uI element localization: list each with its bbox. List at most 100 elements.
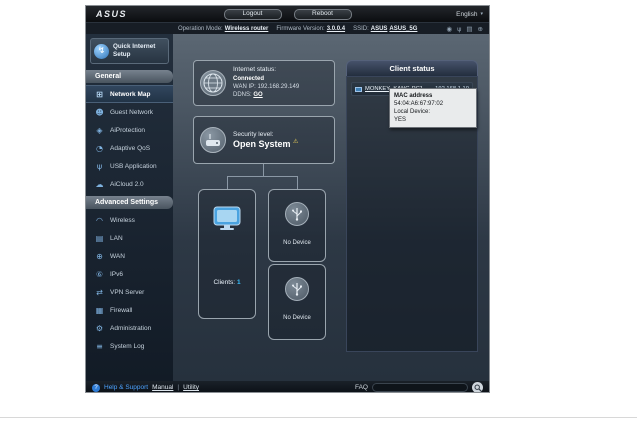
sidebar-item-label: VPN Server bbox=[110, 288, 145, 296]
sidebar-item-guest-network[interactable]: ☻ Guest Network bbox=[86, 103, 173, 121]
usb-status-label: No Device bbox=[283, 240, 311, 246]
connector-line bbox=[227, 176, 228, 189]
quick-setup-icon: ↯ bbox=[94, 43, 109, 59]
sidebar-item-lan[interactable]: ▤ LAN bbox=[86, 229, 173, 247]
document-page: ASUS Logout Reboot English ▾ Operation M… bbox=[0, 0, 637, 426]
content-row: ↯ Quick Internet Setup General ⊞ Network… bbox=[86, 34, 489, 381]
ddns-go-link[interactable]: GO bbox=[253, 92, 262, 98]
sidebar-item-network-map[interactable]: ⊞ Network Map bbox=[86, 85, 173, 103]
client-status-title: Client status bbox=[346, 60, 478, 76]
sidebar-item-label: WAN bbox=[110, 252, 125, 260]
quick-internet-setup-button[interactable]: ↯ Quick Internet Setup bbox=[90, 38, 169, 64]
log-icon: ≡ bbox=[96, 341, 103, 351]
vpn-icon: ⇄ bbox=[96, 287, 103, 297]
firewall-icon: ▦ bbox=[95, 305, 104, 315]
operation-mode-link[interactable]: Wireless router bbox=[225, 26, 269, 32]
gauge-icon: ◔ bbox=[96, 143, 103, 153]
security-level-label: Security level: bbox=[233, 131, 274, 138]
usb-device-card-1[interactable]: No Device bbox=[268, 189, 326, 262]
footer-bar: ? Help & Support Manual | Utility FAQ bbox=[86, 381, 489, 392]
lan-icon: ▤ bbox=[95, 233, 104, 243]
sidebar-item-vpn-server[interactable]: ⇄ VPN Server bbox=[86, 283, 173, 301]
local-device-value: YES bbox=[394, 117, 407, 124]
language-label: English bbox=[456, 10, 478, 18]
globe-icon: ⊕ bbox=[96, 251, 103, 261]
asus-logo: ASUS bbox=[96, 9, 128, 19]
firmware-version: Firmware Version: 3.0.0.4 bbox=[276, 26, 345, 32]
security-warning-icon[interactable]: ⚠ bbox=[293, 138, 298, 145]
sidebar-item-label: AiCloud 2.0 bbox=[110, 180, 144, 188]
usb-icon bbox=[285, 202, 309, 226]
sidebar-item-label: Wireless bbox=[110, 216, 135, 224]
sidebar-item-usb-application[interactable]: ψ USB Application bbox=[86, 157, 173, 175]
monitor-icon bbox=[212, 206, 242, 237]
firmware-link[interactable]: 3.0.0.4 bbox=[327, 26, 345, 32]
wan-ip-value: 192.168.29.149 bbox=[257, 84, 300, 91]
sidebar-item-label: Firewall bbox=[110, 306, 133, 314]
sidebar-item-system-log[interactable]: ≡ System Log bbox=[86, 337, 173, 355]
ssid-group: SSID: ASUS ASUS_5G bbox=[353, 26, 417, 32]
network-map-icon: ⊞ bbox=[96, 89, 103, 99]
sidebar-item-administration[interactable]: ⚙ Administration bbox=[86, 319, 173, 337]
security-level-card: Security level: Open System ⚠ bbox=[193, 116, 335, 164]
wifi-status-icon[interactable]: ◉ bbox=[446, 25, 452, 33]
logout-button[interactable]: Logout bbox=[223, 8, 282, 20]
ssid-link-24g[interactable]: ASUS bbox=[371, 26, 388, 32]
clients-label: Clients: bbox=[213, 279, 236, 286]
sidebar-item-adaptive-qos[interactable]: ◔ Adaptive QoS bbox=[86, 139, 173, 157]
gear-icon: ⚙ bbox=[95, 323, 104, 333]
internet-status-text: Internet status: Connected WAN IP: 192.1… bbox=[233, 66, 299, 99]
sidebar-item-label: System Log bbox=[110, 342, 145, 350]
sidebar-item-aicloud[interactable]: ☁ AiCloud 2.0 bbox=[86, 175, 173, 193]
section-header-advanced: Advanced Settings bbox=[86, 196, 173, 209]
operation-mode-label: Operation Mode: bbox=[178, 25, 223, 32]
internet-status-card: Internet status: Connected WAN IP: 192.1… bbox=[193, 60, 335, 106]
clients-label-line: Clients: 1 bbox=[199, 279, 255, 286]
globe-status-icon[interactable]: ⊕ bbox=[478, 25, 483, 33]
usb-device-card-2[interactable]: No Device bbox=[268, 264, 326, 340]
globe-icon bbox=[200, 70, 226, 96]
sidebar-item-label: Administration bbox=[110, 324, 152, 332]
utility-link[interactable]: Utility bbox=[183, 384, 199, 391]
help-icon[interactable]: ? bbox=[92, 383, 100, 392]
network-map-panel: Internet status: Connected WAN IP: 192.1… bbox=[173, 34, 489, 381]
mac-address-label: MAC address bbox=[394, 93, 433, 99]
cloud-icon: ☁ bbox=[95, 179, 104, 189]
security-value-text: Open System bbox=[233, 139, 291, 149]
connector-line bbox=[227, 176, 298, 177]
manual-link[interactable]: Manual bbox=[152, 384, 173, 391]
sidebar-item-ipv6[interactable]: ⑥ IPv6 bbox=[86, 265, 173, 283]
sidebar-item-wireless[interactable]: ◠ Wireless bbox=[86, 211, 173, 229]
client-device-icon bbox=[355, 86, 362, 92]
sidebar-item-label: AiProtection bbox=[110, 126, 146, 134]
page-divider bbox=[0, 417, 637, 418]
ddns-label: DDNS: bbox=[233, 92, 252, 99]
sidebar-item-aiprotection[interactable]: ◈ AiProtection bbox=[86, 121, 173, 139]
usb-status-icon[interactable]: ψ bbox=[457, 25, 461, 33]
sidebar: ↯ Quick Internet Setup General ⊞ Network… bbox=[86, 34, 173, 381]
help-support-link[interactable]: Help & Support bbox=[104, 384, 148, 391]
ddns-line: DDNS: GO bbox=[233, 91, 299, 99]
reboot-button[interactable]: Reboot bbox=[293, 8, 352, 20]
firmware-label: Firmware Version: bbox=[276, 25, 325, 32]
language-selector[interactable]: English ▾ bbox=[456, 11, 483, 18]
search-icon[interactable] bbox=[472, 382, 483, 392]
faq-search-input[interactable] bbox=[372, 383, 468, 392]
guest-network-icon: ☻ bbox=[95, 107, 104, 117]
clients-card[interactable]: Clients: 1 bbox=[198, 189, 256, 319]
shield-icon: ◈ bbox=[96, 125, 103, 135]
router-icon bbox=[200, 127, 226, 153]
printer-status-icon[interactable]: ▤ bbox=[466, 25, 472, 33]
wifi-icon: ◠ bbox=[96, 215, 103, 225]
faq-label: FAQ bbox=[354, 384, 368, 391]
sidebar-item-label: IPv6 bbox=[110, 270, 124, 278]
sidebar-item-wan[interactable]: ⊕ WAN bbox=[86, 247, 173, 265]
sidebar-item-firewall[interactable]: ▦ Firewall bbox=[86, 301, 173, 319]
security-text: Security level: Open System ⚠ bbox=[233, 131, 298, 149]
sidebar-item-label: Network Map bbox=[110, 90, 151, 98]
internet-status-label: Internet status: bbox=[233, 66, 276, 74]
info-bar: Operation Mode: Wireless router Firmware… bbox=[86, 22, 489, 34]
footer-separator: | bbox=[177, 384, 180, 391]
wan-ip-line: WAN IP: 192.168.29.149 bbox=[233, 83, 299, 91]
ssid-link-5g[interactable]: ASUS_5G bbox=[389, 26, 417, 32]
